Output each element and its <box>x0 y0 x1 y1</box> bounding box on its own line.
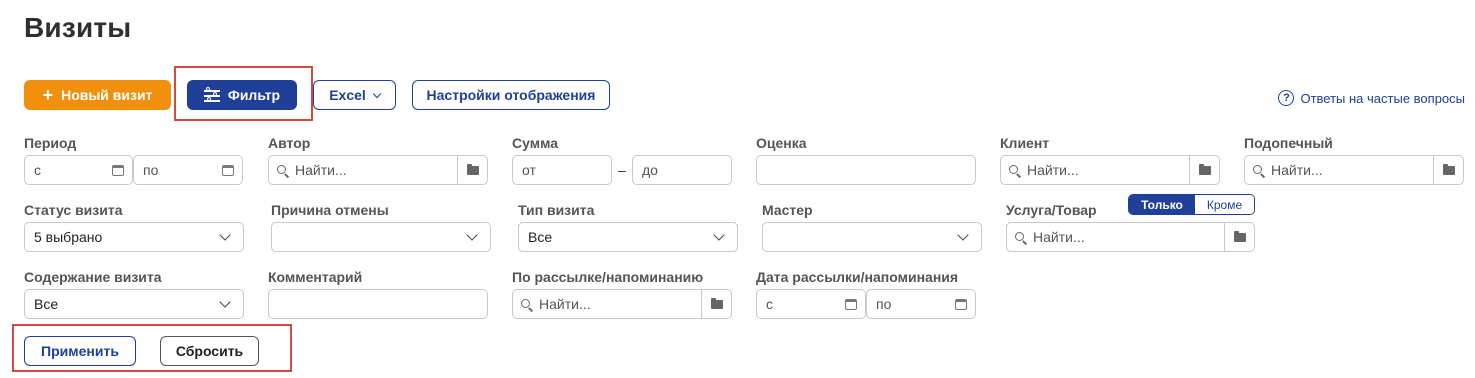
folder-icon <box>1233 230 1246 242</box>
search-icon <box>1009 164 1020 176</box>
sum-to-input[interactable]: до <box>632 155 732 185</box>
mailing-browse-button[interactable] <box>701 290 731 318</box>
faq-link[interactable]: ? Ответы на частые вопросы <box>1278 90 1465 106</box>
folder-icon <box>1442 163 1455 175</box>
service-browse-button[interactable] <box>1224 223 1254 251</box>
folder-icon <box>466 163 479 175</box>
filter-button[interactable]: Фильтр <box>187 80 297 110</box>
visit-status-select[interactable]: 5 выбрано <box>24 222 244 252</box>
period-to-input[interactable]: по <box>133 155 243 185</box>
author-browse-button[interactable] <box>457 156 487 184</box>
chevron-down-icon <box>466 229 478 241</box>
page-title: Визиты <box>24 12 132 43</box>
service-mode-toggle[interactable]: Только Кроме <box>1128 194 1255 215</box>
search-icon <box>521 298 532 310</box>
apply-label: Применить <box>41 343 119 359</box>
sum-label: Сумма <box>512 135 559 151</box>
calendar-icon <box>112 164 124 176</box>
visit-content-label: Содержание визита <box>24 269 162 285</box>
sum-from-input[interactable]: от <box>512 155 612 185</box>
master-select[interactable] <box>762 222 982 252</box>
sum-separator: – <box>618 162 626 178</box>
calendar-icon <box>955 298 967 310</box>
display-settings-button[interactable]: Настройки отображения <box>412 80 610 110</box>
rating-label: Оценка <box>756 135 807 151</box>
author-label: Автор <box>268 135 311 151</box>
comment-input[interactable] <box>268 289 488 319</box>
mailing-date-from-input[interactable]: с <box>756 289 866 319</box>
cancel-reason-label: Причина отмены <box>271 202 389 218</box>
visit-type-label: Тип визита <box>518 202 595 218</box>
new-visit-button[interactable]: + Новый визит <box>24 80 171 110</box>
ward-search-input[interactable]: Найти... <box>1244 155 1464 185</box>
search-icon <box>1015 231 1026 243</box>
folder-icon <box>710 297 723 309</box>
ward-label: Подопечный <box>1244 135 1333 151</box>
apply-button[interactable]: Применить <box>24 336 136 366</box>
client-label: Клиент <box>1000 135 1050 151</box>
chevron-down-icon <box>957 229 969 241</box>
rating-input[interactable] <box>756 155 976 185</box>
faq-label: Ответы на частые вопросы <box>1300 90 1465 106</box>
help-icon: ? <box>1278 90 1295 106</box>
service-label: Услуга/Товар <box>1006 202 1097 218</box>
mailing-date-to-input[interactable]: по <box>866 289 976 319</box>
new-visit-label: Новый визит <box>61 87 153 103</box>
master-label: Мастер <box>762 202 813 218</box>
visit-status-label: Статус визита <box>24 202 123 218</box>
comment-label: Комментарий <box>268 269 363 285</box>
chevron-down-icon <box>372 89 382 98</box>
service-mode-except[interactable]: Кроме <box>1195 195 1254 214</box>
visit-content-select[interactable]: Все <box>24 289 244 319</box>
author-search-input[interactable]: Найти... <box>268 155 488 185</box>
service-mode-only[interactable]: Только <box>1129 195 1195 214</box>
cancel-reason-select[interactable] <box>271 222 491 252</box>
chevron-down-icon <box>219 296 231 308</box>
mailing-label: По рассылке/напоминанию <box>512 269 704 285</box>
reset-label: Сбросить <box>175 343 244 359</box>
display-settings-label: Настройки отображения <box>426 87 596 103</box>
plus-icon: + <box>42 85 54 105</box>
service-search-input[interactable]: Найти... <box>1006 222 1255 252</box>
excel-dropdown[interactable]: Excel <box>313 80 396 110</box>
client-browse-button[interactable] <box>1189 156 1219 184</box>
chevron-down-icon <box>219 229 231 241</box>
period-from-input[interactable]: с <box>24 155 133 185</box>
search-icon <box>1253 164 1264 176</box>
client-search-input[interactable]: Найти... <box>1000 155 1220 185</box>
calendar-icon <box>845 298 857 310</box>
chevron-down-icon <box>713 229 725 241</box>
visit-type-select[interactable]: Все <box>518 222 738 252</box>
calendar-icon <box>222 164 234 176</box>
mailing-date-label: Дата рассылки/напоминания <box>756 269 959 285</box>
filter-label: Фильтр <box>227 87 281 103</box>
period-label: Период <box>24 135 77 151</box>
excel-label: Excel <box>329 87 366 103</box>
sliders-icon <box>203 87 220 102</box>
mailing-search-input[interactable]: Найти... <box>512 289 732 319</box>
ward-browse-button[interactable] <box>1433 156 1463 184</box>
search-icon <box>277 164 288 176</box>
reset-button[interactable]: Сбросить <box>160 336 259 366</box>
folder-icon <box>1198 163 1211 175</box>
